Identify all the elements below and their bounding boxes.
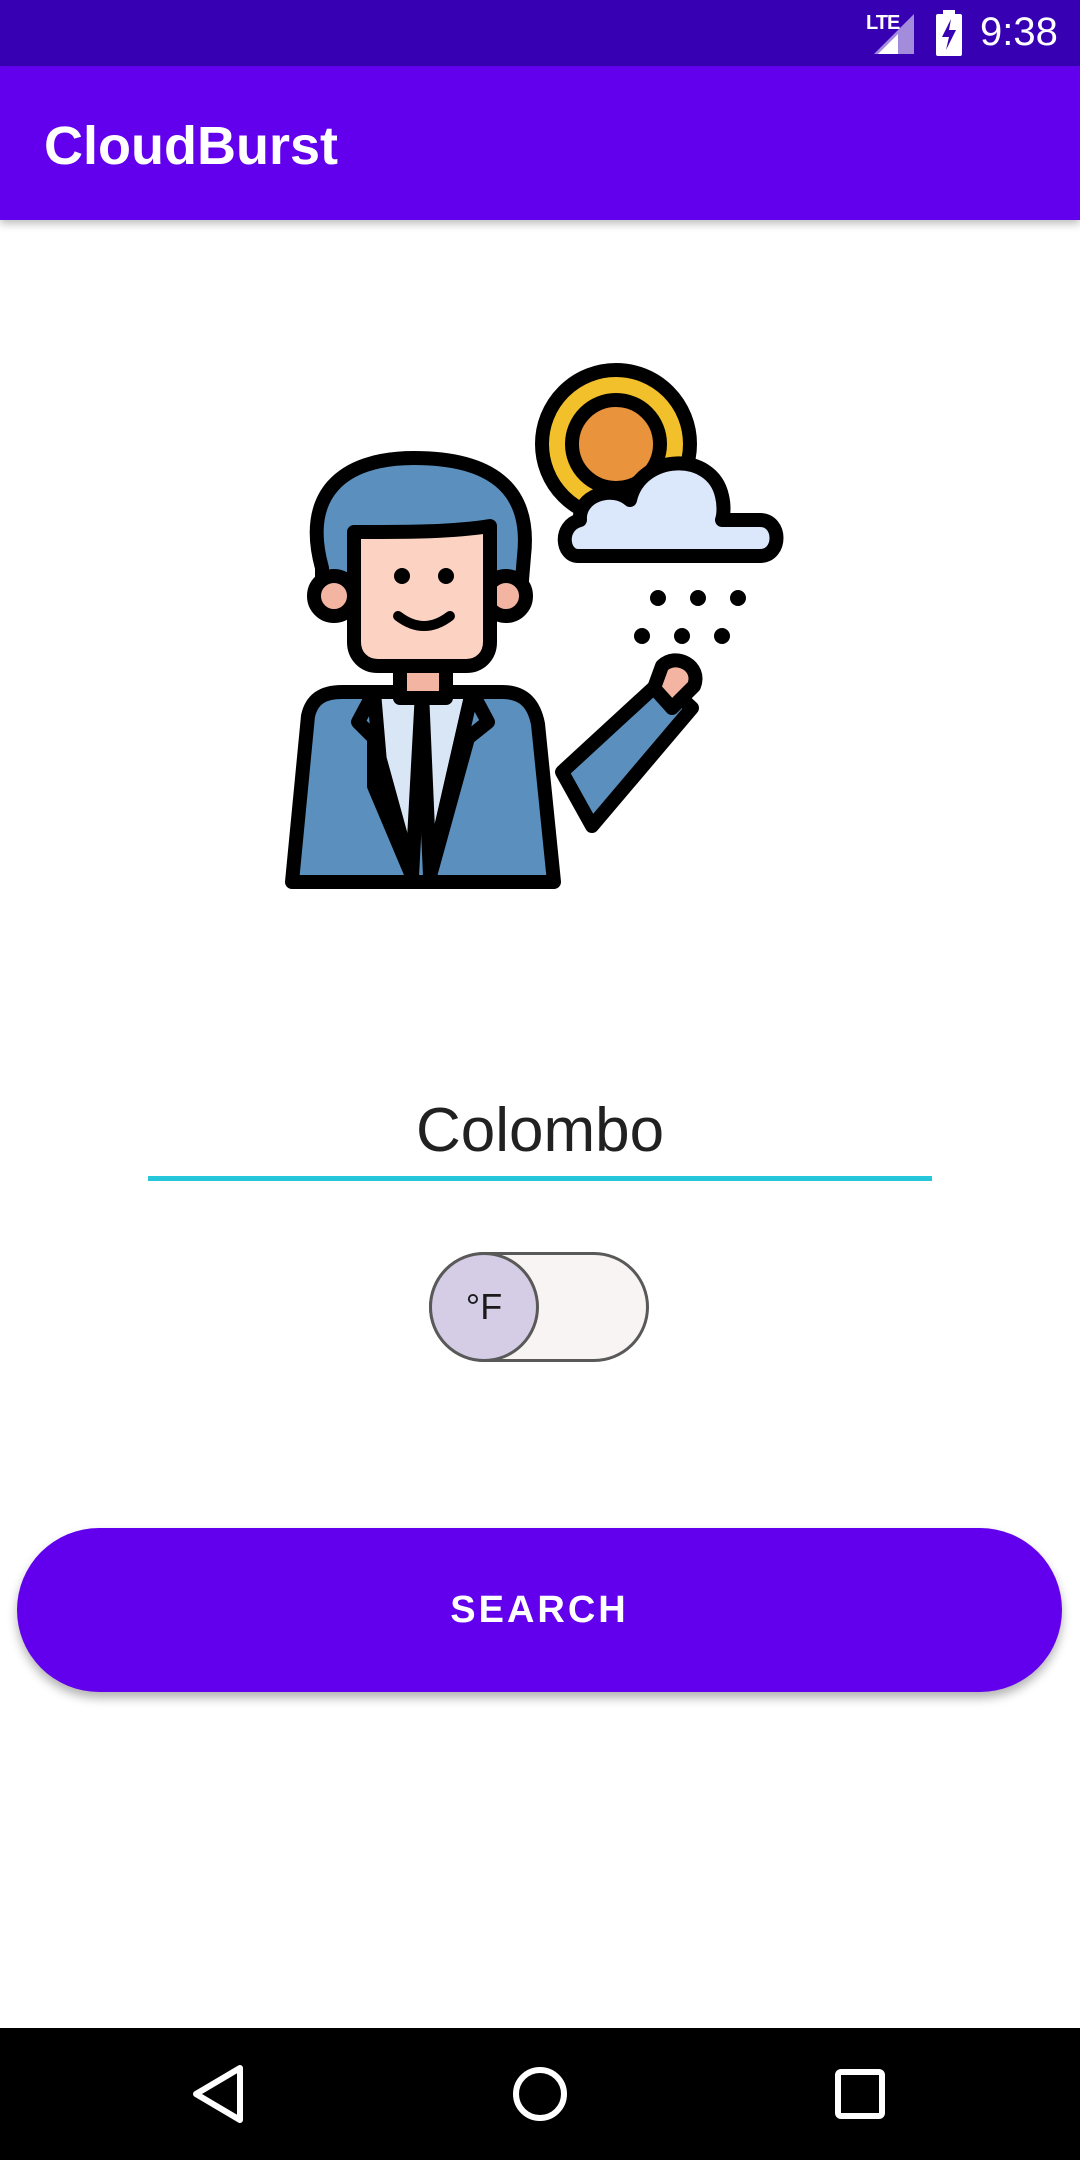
city-input[interactable] xyxy=(148,1084,932,1181)
recents-icon[interactable] xyxy=(824,2058,896,2130)
status-time: 9:38 xyxy=(980,10,1058,54)
unit-toggle[interactable]: °F xyxy=(429,1252,649,1362)
toggle-thumb[interactable]: °F xyxy=(429,1252,539,1362)
weatherman-illustration xyxy=(285,363,784,889)
navigation-bar xyxy=(0,2028,1080,2160)
unit-label: °F xyxy=(465,1286,503,1327)
signal-icon xyxy=(874,14,914,54)
rain-icon xyxy=(634,590,746,644)
back-icon[interactable] xyxy=(184,2058,256,2130)
battery-charging-icon xyxy=(936,10,962,56)
status-bar: LTE 9:38 xyxy=(0,0,1080,66)
app-bar: CloudBurst xyxy=(0,66,1080,220)
search-button[interactable]: SEARCH xyxy=(17,1528,1062,1692)
app-title: CloudBurst xyxy=(44,116,338,176)
home-icon[interactable] xyxy=(504,2058,576,2130)
